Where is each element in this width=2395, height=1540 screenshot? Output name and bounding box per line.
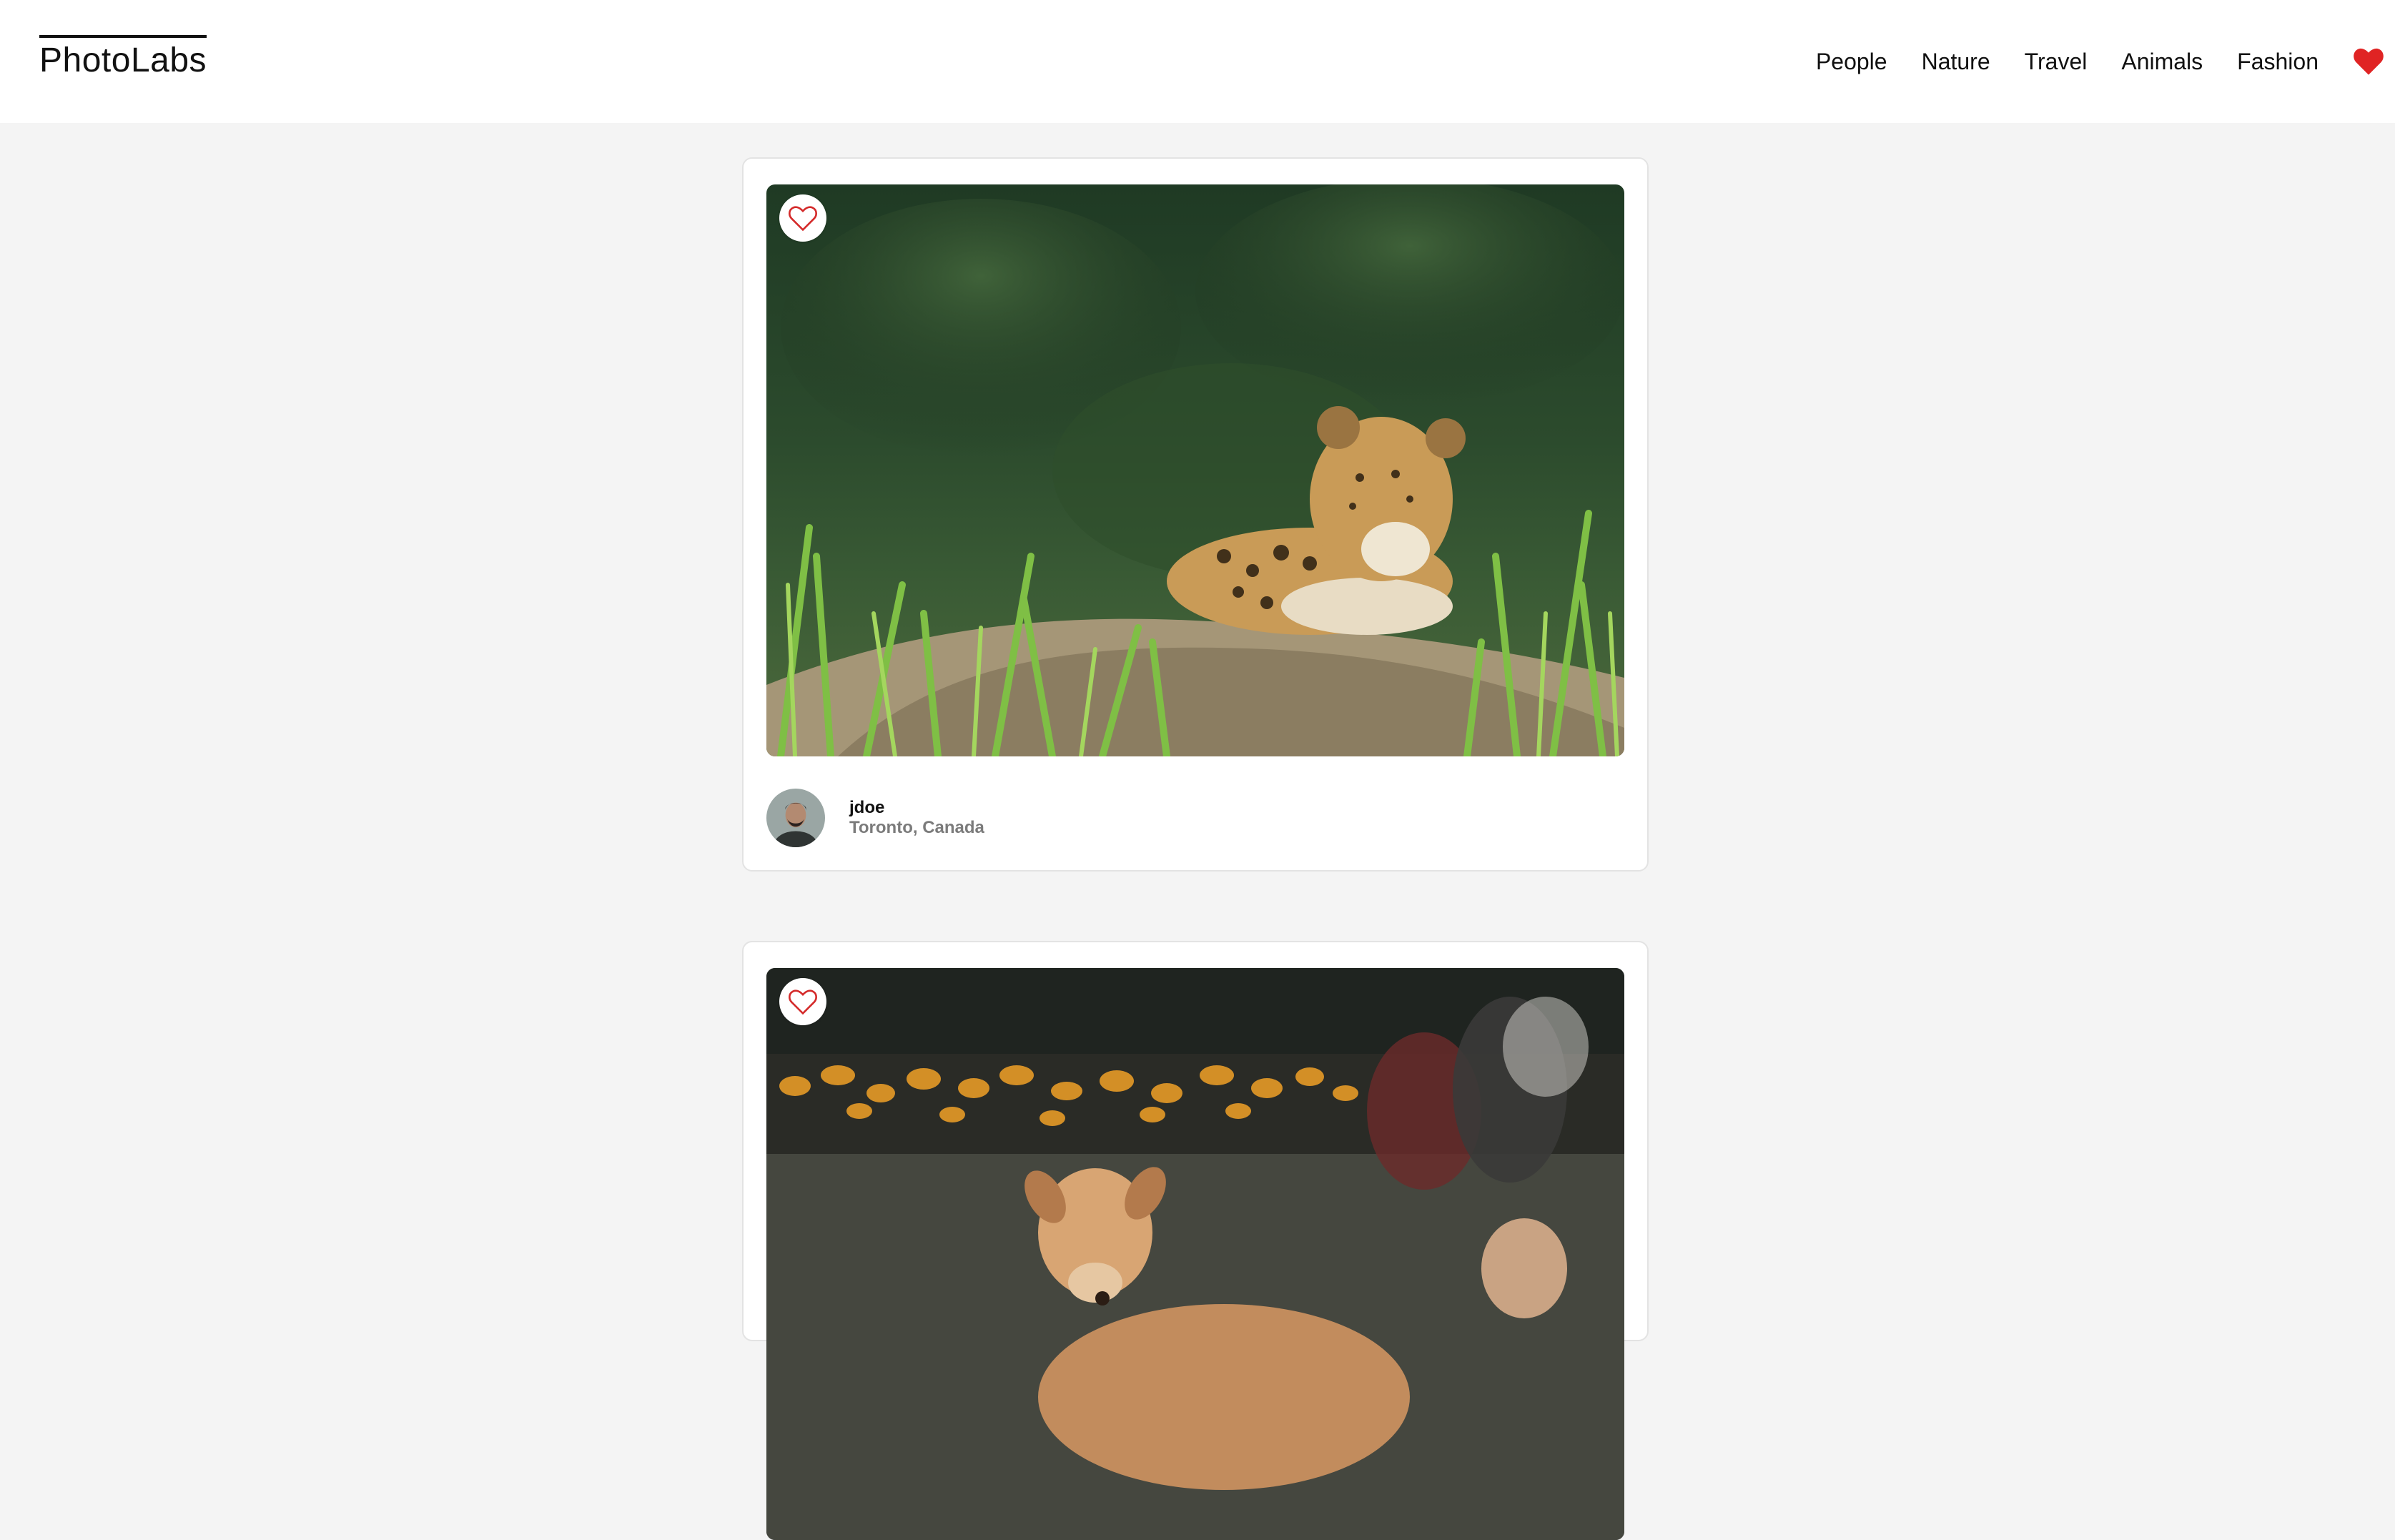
photo-details: jdoe Toronto, Canada [766, 788, 984, 848]
topic-people[interactable]: People [1816, 49, 1887, 75]
photo-card [742, 941, 1649, 1540]
avatar[interactable] [766, 789, 825, 847]
username: jdoe [849, 798, 885, 817]
like-button[interactable] [779, 194, 826, 242]
favourites-heart-icon[interactable] [2353, 47, 2384, 76]
photo-image-jaguar[interactable] [766, 184, 1624, 756]
heart-outline-icon [789, 989, 817, 1015]
topic-fashion[interactable]: Fashion [2237, 49, 2319, 75]
topic-nature[interactable]: Nature [1922, 49, 1990, 75]
photo-image-dog[interactable] [766, 968, 1624, 1540]
like-button[interactable] [779, 978, 826, 1025]
photo-location: Toronto, Canada [849, 818, 984, 837]
heart-outline-icon [789, 206, 817, 232]
top-nav-bar: PhotoLabs People Nature Travel Animals F… [0, 0, 2395, 123]
user-info: jdoe Toronto, Canada [849, 798, 984, 838]
app-logo[interactable]: PhotoLabs [39, 35, 207, 81]
photo-card: jdoe Toronto, Canada [742, 157, 1649, 872]
topic-nav: People Nature Travel Animals Fashion [1816, 43, 2384, 80]
topic-animals[interactable]: Animals [2121, 49, 2203, 75]
topic-travel[interactable]: Travel [2025, 49, 2088, 75]
